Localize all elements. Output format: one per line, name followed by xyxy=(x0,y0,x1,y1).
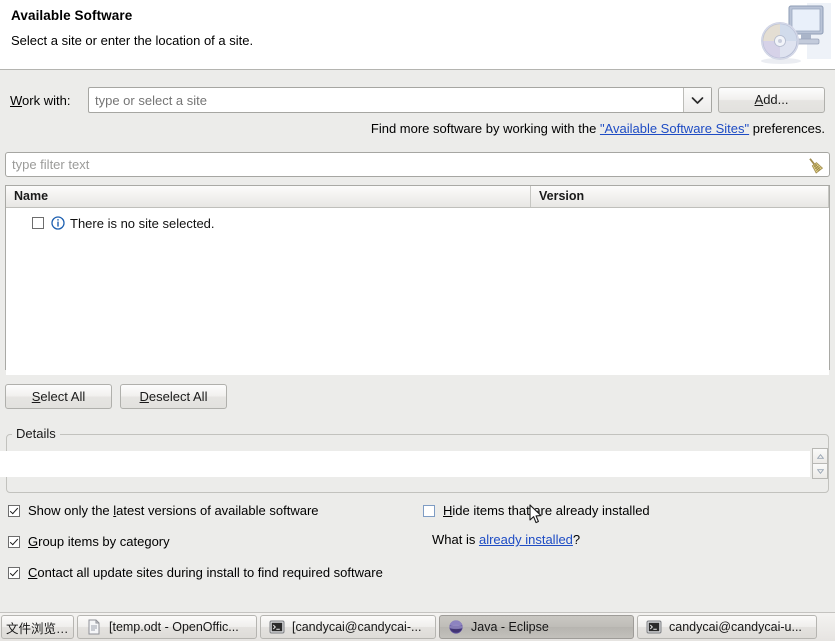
add-button-mnemonic: A xyxy=(754,92,764,107)
document-icon xyxy=(88,619,100,635)
contact-update-sites-checkbox[interactable] xyxy=(8,566,20,579)
page-subtitle: Select a site or enter the location of a… xyxy=(11,33,254,48)
details-group-label: Details xyxy=(12,426,60,441)
select-all-rest: elect All xyxy=(40,389,86,404)
taskbar-item-label: 文件浏览… xyxy=(6,621,69,636)
page-title: Available Software xyxy=(11,8,133,23)
available-software-sites-link[interactable]: "Available Software Sites" xyxy=(600,121,749,136)
deselect-all-mnemonic: D xyxy=(139,389,149,404)
column-header-name[interactable]: Name xyxy=(6,186,531,207)
taskbar-item-label: [temp.odt - OpenOffic... xyxy=(109,620,239,634)
terminal-icon xyxy=(646,620,662,634)
table-header-row: Name Version xyxy=(6,186,829,208)
option-show-latest-versions[interactable]: Show only the latest versions of availab… xyxy=(8,503,319,518)
work-with-mnemonic: W xyxy=(10,93,23,108)
what-is-suffix: ? xyxy=(572,532,581,547)
find-more-suffix: preferences. xyxy=(749,121,825,136)
work-with-combo[interactable] xyxy=(88,87,712,113)
filter-field[interactable] xyxy=(5,152,830,177)
taskbar-item-terminal-2[interactable]: candycai@candycai-u... xyxy=(637,615,817,639)
taskbar-item-eclipse[interactable]: Java - Eclipse xyxy=(439,615,634,639)
table-body: There is no site selected. xyxy=(6,213,829,375)
details-scroll-buttons[interactable] xyxy=(812,448,828,479)
find-more-software-text: Find more software by working with the "… xyxy=(371,121,825,136)
what-is-prefix: What is xyxy=(432,532,479,547)
chevron-down-icon[interactable] xyxy=(683,88,711,112)
work-with-input[interactable] xyxy=(89,89,683,111)
group-by-category-checkbox[interactable] xyxy=(8,535,20,548)
deselect-all-button[interactable]: Deselect All xyxy=(120,384,227,409)
what-is-already-installed: What is already installed? xyxy=(432,532,580,547)
hide-installed-checkbox[interactable] xyxy=(423,504,435,517)
terminal-icon xyxy=(269,620,285,634)
row-checkbox[interactable] xyxy=(32,217,44,229)
option-hide-installed[interactable]: Hide items that are already installed xyxy=(423,503,650,518)
option-group-by-category[interactable]: Group items by category xyxy=(8,534,170,549)
table-row[interactable]: There is no site selected. xyxy=(6,213,829,233)
taskbar-item-label: [candycai@candycai-... xyxy=(292,620,422,634)
taskbar-item-label: candycai@candycai-u... xyxy=(669,620,802,634)
show-latest-versions-label: Show only the latest versions of availab… xyxy=(28,503,319,518)
taskbar: 文件浏览… [temp.odt - OpenOffic... [candycai… xyxy=(0,612,835,641)
find-more-prefix: Find more software by working with the xyxy=(370,121,600,136)
option-contact-update-sites[interactable]: Contact all update sites during install … xyxy=(8,565,383,580)
available-software-dialog: Available Software Select a site or ente… xyxy=(0,0,835,641)
broom-icon[interactable] xyxy=(804,155,826,175)
taskbar-item-label: Java - Eclipse xyxy=(471,620,549,634)
arrow-up-icon[interactable] xyxy=(812,448,828,464)
details-text-area[interactable] xyxy=(0,451,810,477)
already-installed-link[interactable]: already installed xyxy=(479,532,573,547)
available-software-table[interactable]: Name Version There is no site selected. xyxy=(5,185,830,375)
arrow-down-icon[interactable] xyxy=(812,464,828,479)
taskbar-item-openoffice[interactable]: [temp.odt - OpenOffic... xyxy=(77,615,257,639)
taskbar-item-terminal-1[interactable]: [candycai@candycai-... xyxy=(260,615,436,639)
work-with-label-rest: ork with: xyxy=(22,93,71,108)
deselect-all-rest: eselect All xyxy=(148,389,208,404)
filter-input[interactable] xyxy=(6,154,804,175)
row-label: There is no site selected. xyxy=(70,215,215,231)
eclipse-icon xyxy=(449,620,463,634)
info-icon xyxy=(51,216,65,230)
work-with-label: Work with: xyxy=(10,93,70,108)
dialog-banner: Available Software Select a site or ente… xyxy=(0,0,835,70)
column-header-version[interactable]: Version xyxy=(531,186,829,207)
add-button-rest: dd... xyxy=(763,92,789,107)
select-all-button[interactable]: Select All xyxy=(5,384,112,409)
computer-cd-icon xyxy=(751,1,831,67)
group-by-category-label: Group items by category xyxy=(28,534,170,549)
show-latest-versions-checkbox[interactable] xyxy=(8,504,20,517)
add-button[interactable]: Add... xyxy=(718,87,825,113)
contact-update-sites-label: Contact all update sites during install … xyxy=(28,565,383,580)
taskbar-item-file-browser[interactable]: 文件浏览… xyxy=(1,615,74,639)
hide-installed-label: Hide items that are already installed xyxy=(443,503,650,518)
